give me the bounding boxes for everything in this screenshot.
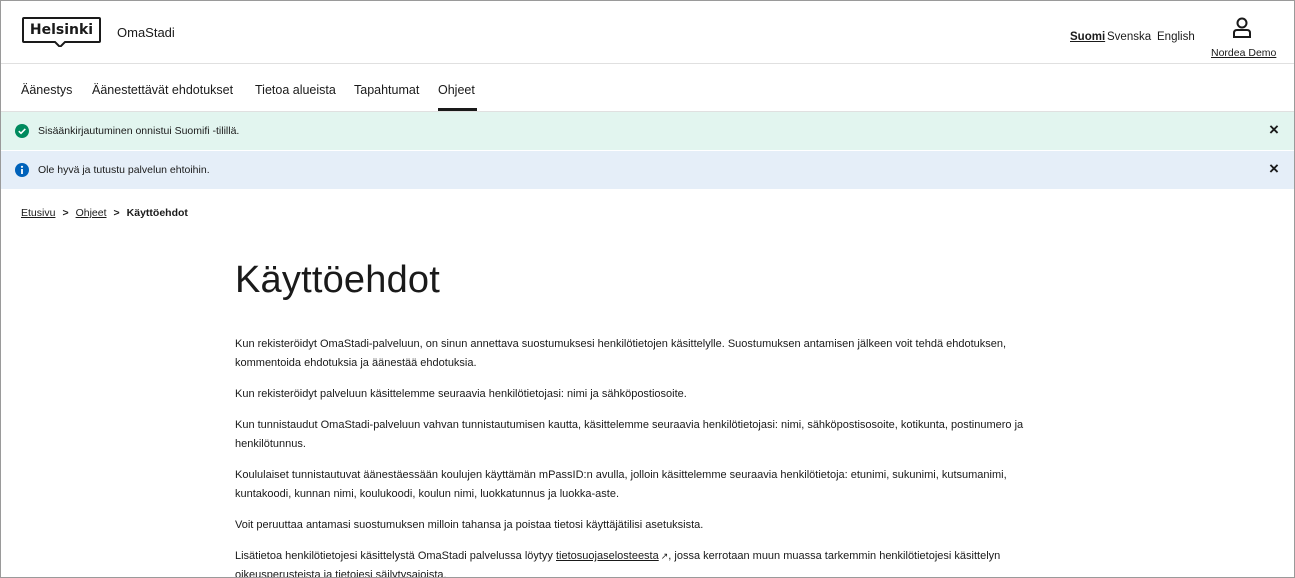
close-icon[interactable]: ×	[1264, 120, 1284, 140]
paragraph-text: Lisätietoa henkilötietojesi käsittelystä…	[235, 550, 556, 562]
paragraph: Koululaiset tunnistautuvat äänestäessään…	[235, 469, 1007, 500]
service-name[interactable]: OmaStadi	[117, 25, 175, 40]
breadcrumb-current: Käyttöehdot	[126, 207, 188, 219]
paragraph: Kun rekisteröidyt palveluun käsittelemme…	[235, 388, 687, 400]
nav-item-tietoa-alueista[interactable]: Tietoa alueista	[255, 83, 336, 97]
info-circle-icon	[15, 163, 29, 177]
nav-item-tapahtumat[interactable]: Tapahtumat	[354, 83, 419, 97]
user-icon[interactable]	[1231, 17, 1253, 39]
site-header: Helsinki OmaStadi Suomi Svenska English …	[1, 1, 1294, 64]
notification-text: Ole hyvä ja tutustu palvelun ehtoihin.	[38, 164, 210, 176]
nav-item-ohjeet[interactable]: Ohjeet	[438, 83, 475, 97]
chevron-right-icon: >	[62, 207, 69, 219]
helsinki-logo[interactable]: Helsinki	[22, 17, 101, 43]
paragraph: Kun rekisteröidyt OmaStadi-palveluun, on…	[235, 338, 1007, 369]
lang-suomi[interactable]: Suomi	[1070, 31, 1105, 43]
paragraph: Kun tunnistaudut OmaStadi-palveluun vahv…	[235, 419, 1024, 450]
lang-english[interactable]: English	[1157, 31, 1195, 43]
close-icon[interactable]: ×	[1264, 159, 1284, 179]
chevron-right-icon: >	[113, 207, 120, 219]
breadcrumb-link-etusivu[interactable]: Etusivu	[21, 207, 55, 219]
breadcrumb: Etusivu > Ohjeet > Käyttöehdot	[21, 207, 188, 219]
terms-content: Kun rekisteröidyt OmaStadi-palveluun, on…	[235, 335, 1055, 577]
logo-notch-icon	[54, 41, 66, 47]
success-notification: Sisäänkirjautuminen onnistui Suomifi -ti…	[1, 112, 1294, 150]
check-circle-icon	[15, 124, 29, 138]
browser-frame: Helsinki OmaStadi Suomi Svenska English …	[0, 0, 1295, 578]
page-title: Käyttöehdot	[235, 259, 441, 301]
breadcrumb-link-ohjeet[interactable]: Ohjeet	[76, 207, 107, 219]
nav-item-aanestys[interactable]: Äänestys	[21, 83, 72, 97]
active-nav-indicator	[438, 108, 477, 111]
privacy-policy-link[interactable]: tietosuojaselosteesta	[556, 550, 659, 562]
main-navigation: Äänestys Äänestettävät ehdotukset Tietoa…	[1, 64, 1294, 112]
paragraph: Lisätietoa henkilötietojesi käsittelystä…	[235, 547, 1055, 577]
info-notification: Ole hyvä ja tutustu palvelun ehtoihin. ×	[1, 151, 1294, 189]
user-name-link[interactable]: Nordea Demo	[1211, 47, 1276, 59]
notification-text: Sisäänkirjautuminen onnistui Suomifi -ti…	[38, 125, 240, 137]
paragraph: Voit peruuttaa antamasi suostumuksen mil…	[235, 519, 704, 531]
lang-svenska[interactable]: Svenska	[1107, 31, 1151, 43]
nav-item-ehdotukset[interactable]: Äänestettävät ehdotukset	[92, 83, 233, 97]
